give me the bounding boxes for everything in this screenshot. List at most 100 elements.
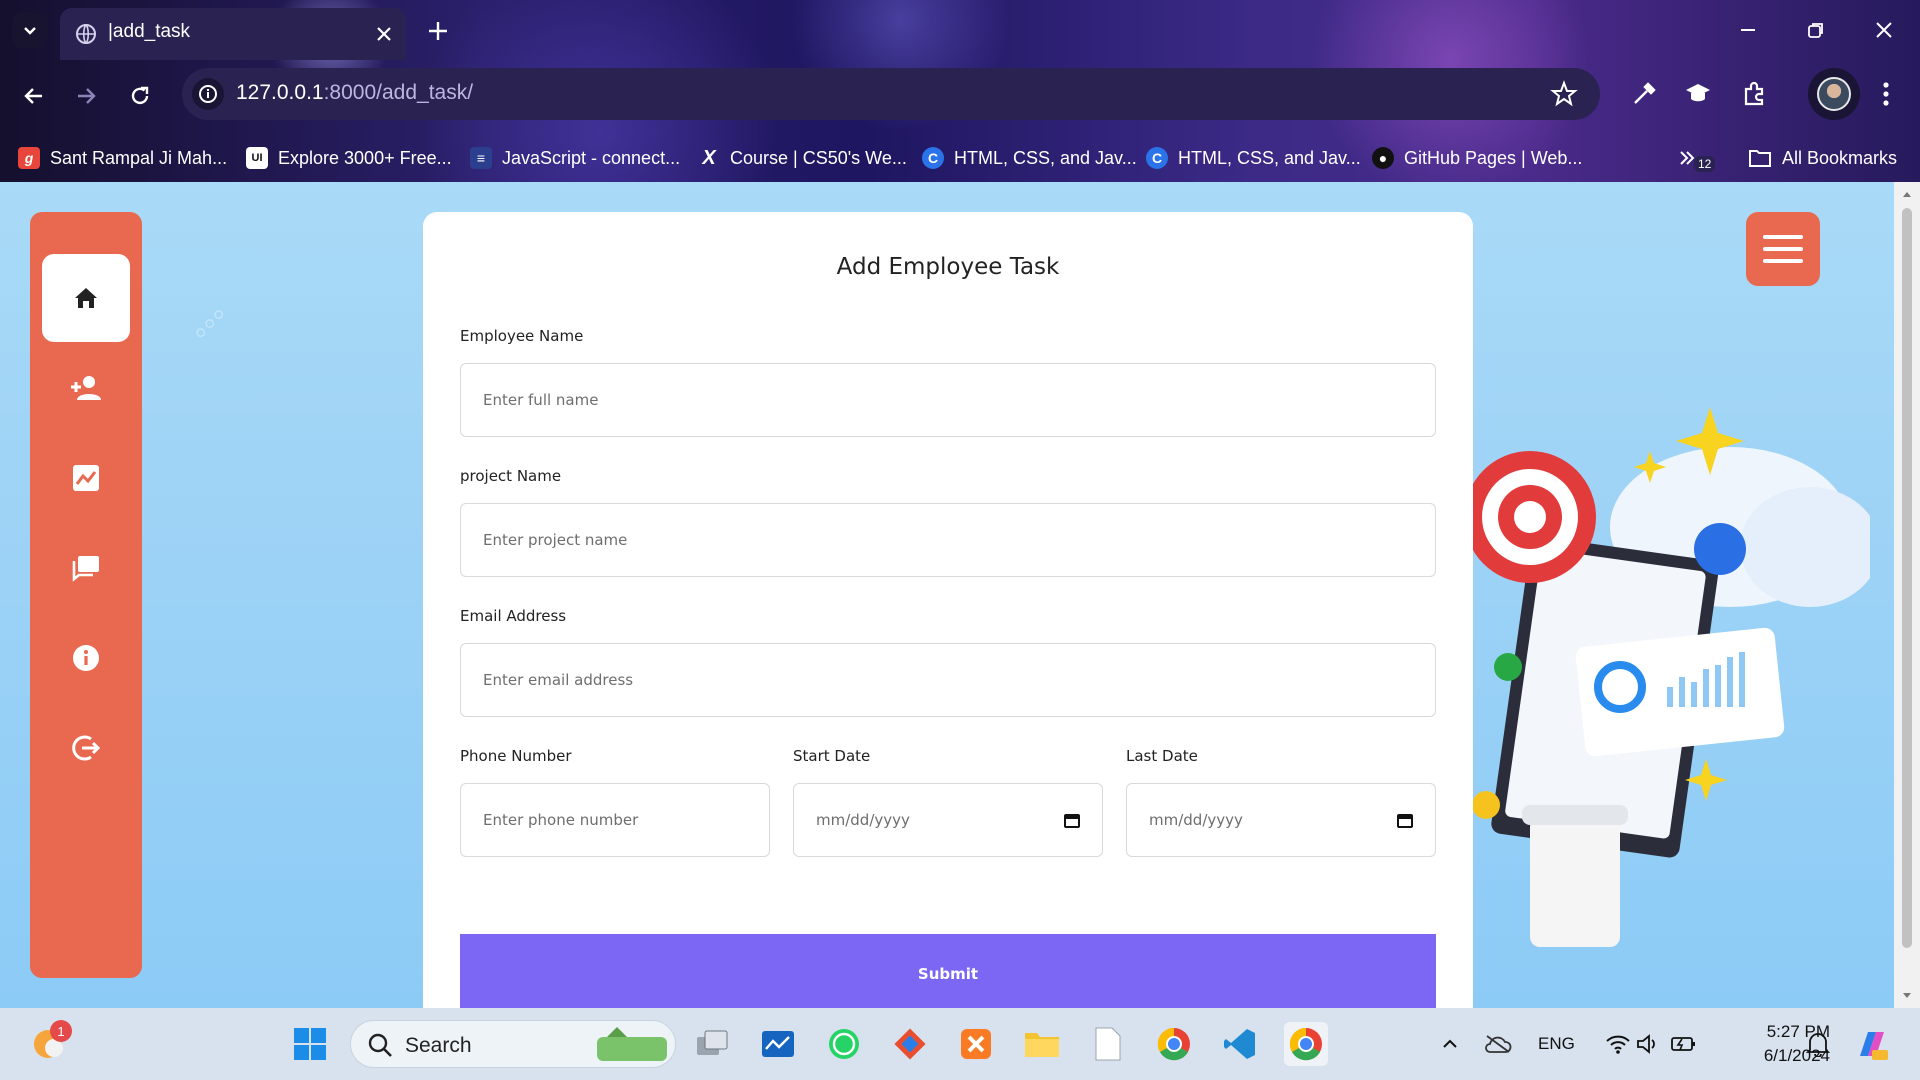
bookmark-label: GitHub Pages | Web...	[1404, 147, 1583, 168]
scroll-up-icon[interactable]	[1894, 184, 1920, 204]
whiteboard-icon	[762, 1031, 794, 1057]
messages-icon	[72, 556, 99, 582]
sidebar-item-messages[interactable]	[42, 524, 130, 612]
email-input[interactable]	[460, 643, 1436, 717]
bookmark-item[interactable]: C HTML, CSS, and Jav...	[1146, 146, 1361, 170]
sidebar-item-add-employee[interactable]	[42, 344, 130, 432]
tab-strip: |add_task	[0, 0, 1920, 60]
background-watermark: ◦◦◦	[180, 294, 237, 351]
eyedropper-extension[interactable]	[1626, 76, 1662, 112]
url-path: :8000/add_task/	[323, 81, 474, 104]
employee-name-input[interactable]	[460, 363, 1436, 437]
menu-toggle-button[interactable]	[1746, 212, 1820, 286]
hamburger-icon	[1763, 235, 1803, 239]
more-bookmarks-button[interactable]	[1678, 146, 1696, 170]
tab-search-button[interactable]	[12, 12, 48, 48]
bookmark-item[interactable]: X Course | CS50's We...	[698, 146, 907, 170]
arrow-left-icon	[24, 88, 42, 104]
sidebar-item-home[interactable]	[42, 254, 130, 342]
coffee-lid	[1522, 805, 1628, 825]
g-logo-icon: g	[18, 147, 40, 169]
extensions-button[interactable]	[1736, 76, 1772, 112]
taskbar-search[interactable]: Search	[350, 1020, 676, 1068]
sidebar-item-logout[interactable]	[42, 704, 130, 792]
vscode-icon	[1224, 1029, 1255, 1059]
stackoverflow-icon: ≡	[470, 147, 492, 169]
tab-add-task[interactable]: |add_task	[60, 8, 406, 60]
profile-avatar[interactable]	[1808, 68, 1860, 120]
browser-menu-button[interactable]	[1868, 76, 1904, 112]
taskbar-app-git[interactable]	[888, 1022, 932, 1066]
folder-icon	[1025, 1033, 1059, 1057]
marketing-illustration	[1470, 407, 1870, 947]
git-icon	[894, 1028, 926, 1060]
bookmark-item[interactable]: ≡ JavaScript - connect...	[470, 146, 680, 170]
bookmark-item[interactable]: UI Explore 3000+ Free...	[246, 146, 452, 170]
phone-input[interactable]	[460, 783, 770, 857]
close-window-button[interactable]	[1864, 10, 1904, 50]
taskbar-app-taskview[interactable]	[690, 1022, 734, 1066]
avatar	[1817, 77, 1851, 111]
bookmark-item[interactable]: C HTML, CSS, and Jav...	[922, 146, 1137, 170]
page-scrollbar[interactable]	[1894, 182, 1920, 1008]
taskbar-app-vscode[interactable]	[1218, 1022, 1262, 1066]
tray-overflow-button[interactable]	[1428, 1022, 1472, 1066]
search-highlight-icon	[597, 1027, 667, 1061]
check-badge-icon	[1494, 653, 1522, 681]
new-tab-icon[interactable]	[424, 17, 452, 45]
logout-icon	[72, 735, 101, 761]
taskbar-app-explorer[interactable]	[1020, 1022, 1064, 1066]
puzzle-icon	[1744, 81, 1764, 106]
sidebar-item-info[interactable]	[42, 614, 130, 702]
graduation-extension[interactable]	[1680, 76, 1716, 112]
bookmark-label: Course | CS50's We...	[730, 147, 907, 168]
restore-button[interactable]	[1796, 10, 1836, 50]
bookmark-label: Explore 3000+ Free...	[278, 147, 452, 168]
address-bar[interactable]: 127.0.0.1:8000/add_task/	[182, 68, 1600, 120]
minimize-button[interactable]	[1728, 10, 1768, 50]
project-name-input[interactable]	[460, 503, 1436, 577]
calendar-icon[interactable]	[1397, 812, 1413, 828]
taskbar-app-chrome[interactable]	[1284, 1022, 1328, 1066]
taskbar-app-whatsapp[interactable]	[822, 1022, 866, 1066]
scroll-thumb[interactable]	[1902, 208, 1912, 948]
calendar-icon[interactable]	[1064, 812, 1080, 828]
target-ring	[1514, 501, 1546, 533]
onedrive-tray[interactable]	[1476, 1022, 1520, 1066]
reload-icon	[131, 86, 149, 105]
copilot-icon	[1860, 1032, 1888, 1060]
thumbs-up-icon	[1694, 523, 1746, 575]
taskbar-app-chrome-profile[interactable]	[1152, 1022, 1196, 1066]
last-date-input[interactable]: mm/dd/yyyy	[1126, 783, 1436, 857]
battery-tray[interactable]	[1662, 1022, 1706, 1066]
bookmark-item[interactable]: g Sant Rampal Ji Mah...	[18, 146, 227, 170]
bookmarks-bar: g Sant Rampal Ji Mah... UI Explore 3000+…	[0, 132, 1920, 182]
info-circle-icon	[199, 85, 217, 103]
windows-taskbar: Search ENG 5:27 PM 6/1/2024	[0, 1008, 1920, 1080]
bookmark-item[interactable]: ● GitHub Pages | Web...	[1372, 146, 1582, 170]
copilot-button[interactable]	[1850, 1022, 1894, 1066]
taskbar-app-notepad[interactable]	[1086, 1022, 1130, 1066]
forward-button[interactable]	[68, 78, 104, 114]
bell-icon	[1806, 1033, 1830, 1057]
notification-count-badge: 1	[50, 1020, 72, 1042]
taskbar-app-xampp[interactable]	[954, 1022, 998, 1066]
last-date-label: Last Date	[1126, 747, 1198, 765]
bookmark-star-icon[interactable]	[1550, 80, 1578, 108]
start-date-input[interactable]: mm/dd/yyyy	[793, 783, 1103, 857]
notifications-button[interactable]	[1796, 1022, 1840, 1066]
submit-button[interactable]: Submit	[460, 934, 1436, 1008]
scroll-down-icon[interactable]	[1894, 986, 1920, 1006]
start-button[interactable]	[288, 1022, 332, 1066]
home-icon	[75, 288, 97, 308]
sidebar-item-analytics[interactable]	[42, 434, 130, 522]
reload-button[interactable]	[122, 78, 158, 114]
hamburger-icon	[1763, 247, 1803, 251]
language-indicator[interactable]: ENG	[1538, 1034, 1575, 1054]
back-button[interactable]	[16, 78, 52, 114]
close-tab-icon[interactable]	[372, 22, 396, 46]
all-bookmarks-button[interactable]: All Bookmarks	[1748, 146, 1897, 170]
taskbar-app-whiteboard[interactable]	[756, 1022, 800, 1066]
site-info-button[interactable]	[192, 78, 224, 110]
coursera-c-icon: C	[1146, 147, 1168, 169]
